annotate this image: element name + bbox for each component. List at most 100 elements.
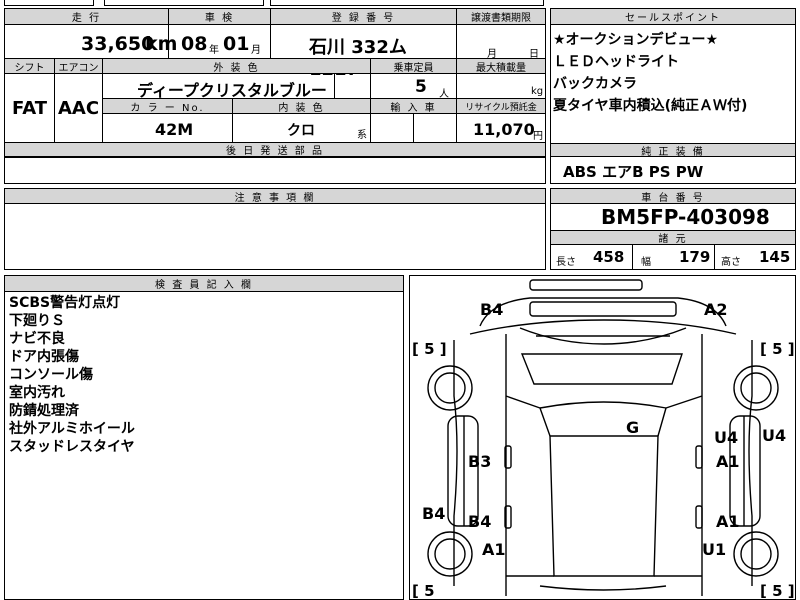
selling-points-list: ★オークションデビュー★ ＬＥＤヘッドライト バックカメラ 夏タイヤ車内積込(純…: [553, 29, 747, 117]
spec-width-label: 幅: [641, 257, 651, 268]
load-unit: kg: [531, 86, 544, 97]
damage-code: G: [626, 418, 640, 437]
inspection-header: 車 検: [169, 9, 271, 25]
capacity-value: 5: [415, 77, 427, 97]
later-parts-body: [4, 157, 546, 184]
ext-color-header: 外 装 色: [103, 59, 371, 74]
spec-width: 幅 179: [633, 245, 715, 269]
chassis-header: 車 台 番 号: [551, 189, 795, 204]
damage-code: U4: [714, 428, 739, 447]
mileage-value: 33,650: [81, 33, 155, 55]
damage-code: B3: [468, 452, 492, 471]
load-header: 最大積載量: [457, 59, 545, 74]
capacity-cell: 5 人: [371, 74, 457, 100]
month-unit: 月: [251, 45, 261, 56]
spec-height-value: 145: [759, 248, 791, 266]
spec-width-value: 179: [679, 248, 711, 266]
inspector-line: コンソール傷: [9, 367, 93, 383]
chassis-panel: 車 台 番 号 BM5FP-403098 諸 元 長さ 458 幅 179 高さ…: [550, 188, 796, 270]
recycle-cell: 11,070 円: [457, 114, 545, 143]
import-cell-a: [371, 114, 414, 143]
chassis-number: BM5FP-403098: [601, 205, 770, 229]
spec-length-value: 458: [593, 248, 625, 266]
damage-code: A1: [716, 452, 740, 471]
equipment-header: 純 正 装 備: [551, 143, 795, 158]
capacity-header: 乗車定員: [371, 59, 457, 74]
tire-tread-front-left: [ 5 ]: [412, 340, 447, 358]
later-parts-header: 後 日 発 送 部 品: [5, 143, 545, 157]
tire-tread-rear-left: [ 5: [412, 582, 435, 600]
vehicle-info-table: 走 行 車 検 登 録 番 号 譲渡書類期限 33,650 km 08 年 01…: [4, 8, 546, 158]
capacity-unit: 人: [439, 89, 449, 100]
int-color-suffix: 系: [357, 130, 367, 141]
inspector-line: ナビ不良: [9, 331, 65, 347]
selling-point: 夏タイヤ車内積込(純正ＡＷ付): [553, 98, 748, 114]
int-color-header: 内 装 色: [233, 99, 371, 114]
selling-points-header: セールスポイント: [551, 9, 795, 25]
damage-code: A1: [716, 512, 740, 531]
inspector-line: スタッドレスタイヤ: [9, 439, 135, 455]
int-color-cell: クロ 系: [233, 114, 371, 143]
shift-value: FAT: [11, 97, 48, 119]
aircon-cell: AAC: [55, 74, 103, 143]
selling-point: ★オークションデビュー★: [553, 32, 719, 48]
selling-points-panel: セールスポイント ★オークションデビュー★ ＬＥＤヘッドライト バックカメラ 夏…: [550, 8, 796, 184]
inspection-month: 01: [223, 33, 250, 55]
damage-code: A2: [704, 300, 728, 319]
ext-color-value: ディープクリスタルブルー: [137, 81, 327, 100]
inspector-line: 防錆処理済: [9, 403, 79, 419]
inspector-line: 下廻りＳ: [9, 313, 65, 329]
registration-header: 登 録 番 号: [271, 9, 457, 25]
import-cell-b: [414, 114, 457, 143]
damage-code: A1: [482, 540, 506, 559]
year-unit: 年: [209, 45, 219, 56]
damage-code: U1: [702, 540, 727, 559]
mileage-header: 走 行: [5, 9, 169, 25]
color-no-cell: 42M: [103, 114, 233, 143]
load-cell: kg: [457, 74, 545, 99]
inspection-cell: 08 年 01 月: [169, 25, 271, 59]
notes-panel: 注 意 事 項 欄: [4, 188, 546, 270]
car-diagram-panel: B4 A2 G U4 U4 B3 A1 B4 B4 A1 A1 U1 [ 5 ]…: [409, 275, 796, 600]
specs-header: 諸 元: [551, 230, 795, 245]
aircon-header: エアコン: [55, 59, 103, 74]
top-strip: [4, 0, 546, 8]
shift-header: シフト: [5, 59, 55, 74]
transfer-header: 譲渡書類期限: [457, 9, 545, 25]
mileage-cell: 33,650 km: [5, 25, 177, 59]
spec-length: 長さ 458: [551, 245, 633, 269]
notes-header: 注 意 事 項 欄: [5, 189, 545, 204]
aircon-value: AAC: [57, 97, 100, 119]
import-header: 輸 入 車: [371, 99, 457, 114]
selling-point: バックカメラ: [553, 76, 637, 92]
equipment-value: ABS エアB PS PW: [563, 163, 704, 181]
tire-tread-front-right: [ 5 ]: [760, 340, 795, 358]
inspector-panel: 検 査 員 記 入 欄 SCBS警告灯点灯 下廻りＳ ナビ不良 ドア内張傷 コン…: [4, 275, 404, 600]
inspector-lines: SCBS警告灯点灯 下廻りＳ ナビ不良 ドア内張傷 コンソール傷 室内汚れ 防錆…: [9, 294, 135, 456]
transfer-day-unit: 日: [529, 49, 539, 60]
spec-height: 高さ 145: [715, 245, 795, 269]
inspector-header: 検 査 員 記 入 欄: [5, 276, 403, 292]
recycle-unit: 円: [533, 131, 543, 142]
selling-point: ＬＥＤヘッドライト: [553, 54, 679, 70]
damage-code: B4: [422, 504, 446, 523]
color-no-value: 42M: [155, 120, 194, 139]
damage-code: B4: [480, 300, 504, 319]
inspector-line: 室内汚れ: [9, 385, 65, 401]
ext-color-extra-cell: [335, 74, 371, 99]
inspector-line: 社外アルミホイール: [9, 421, 135, 437]
tire-tread-rear-right: [ 5 ]: [760, 582, 795, 600]
color-no-header: カ ラ ー No.: [103, 99, 233, 114]
int-color-value: クロ: [287, 123, 315, 139]
recycle-value: 11,070: [473, 120, 535, 139]
specs-row: 長さ 458 幅 179 高さ 145: [551, 245, 795, 269]
inspector-line: SCBS警告灯点灯: [9, 295, 121, 311]
spec-height-label: 高さ: [721, 257, 741, 268]
shift-cell: FAT: [5, 74, 55, 143]
damage-code: U4: [762, 426, 787, 445]
registration-cell: 石川 332ム1217: [271, 25, 457, 80]
inspection-year: 08: [181, 33, 208, 55]
inspector-line: ドア内張傷: [9, 349, 79, 365]
recycle-header: リサイクル預託金: [457, 99, 545, 114]
spec-length-label: 長さ: [556, 257, 576, 268]
